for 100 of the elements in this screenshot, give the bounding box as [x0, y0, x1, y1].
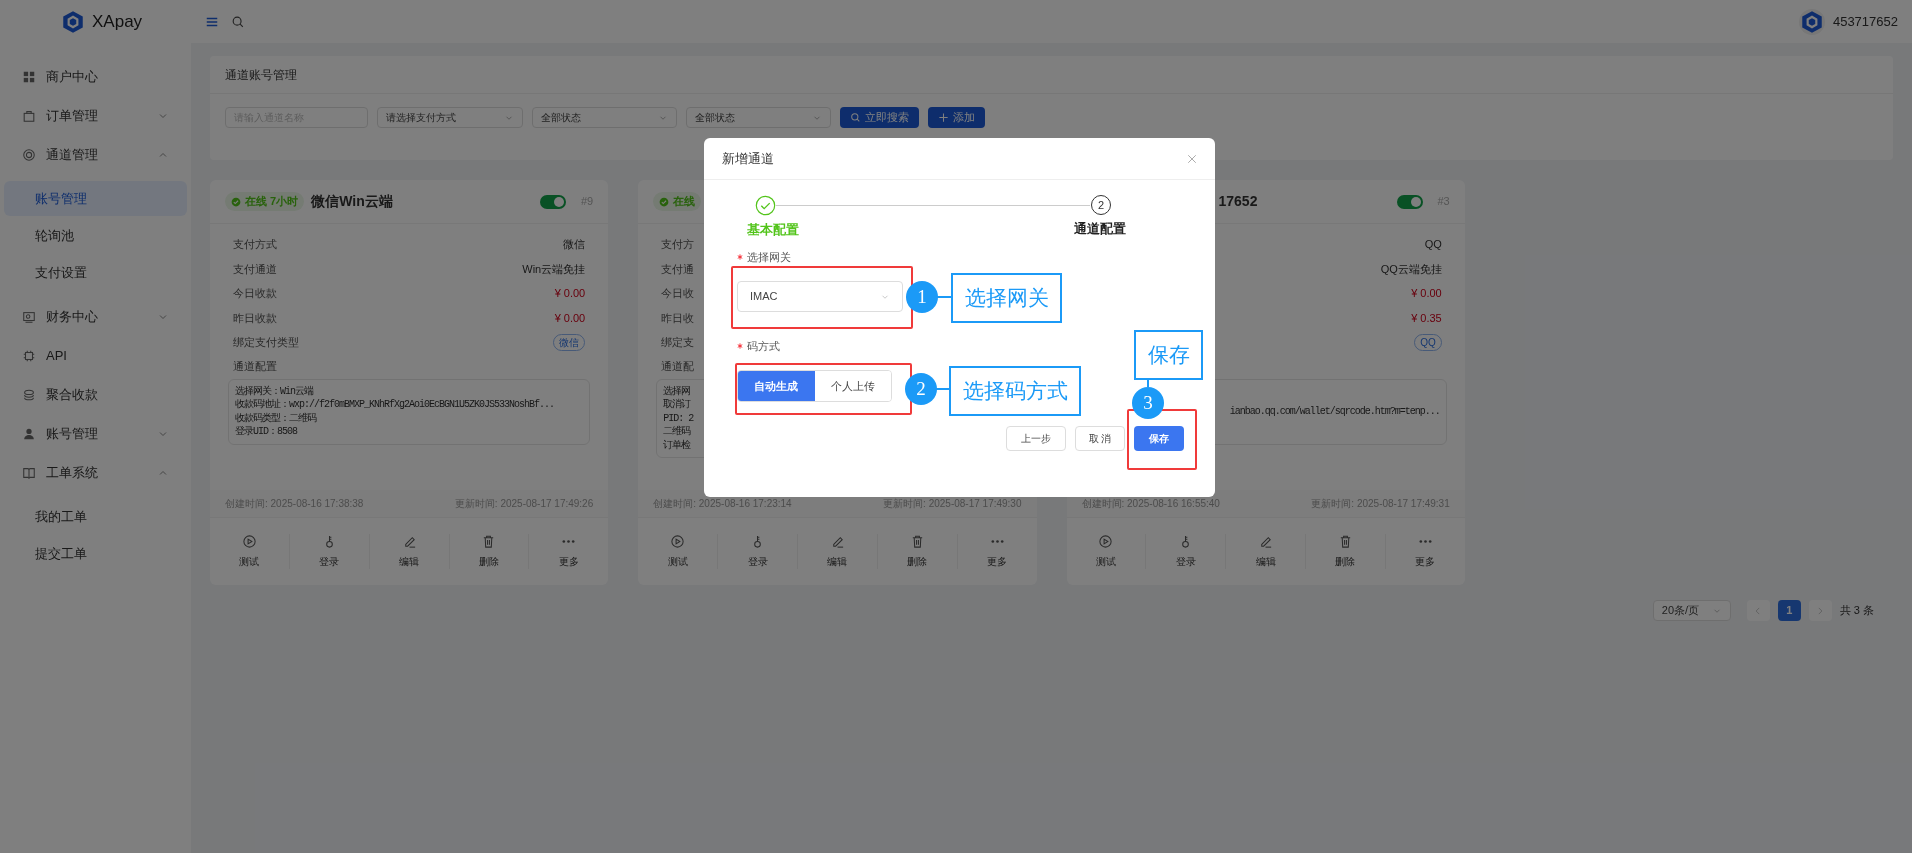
field-label: 支付方 [661, 237, 695, 252]
sidebar-item[interactable]: 账号管理 [4, 414, 187, 453]
step-label: 基本配置 [747, 221, 799, 239]
sidebar-subitem[interactable]: 提交工单 [4, 536, 187, 571]
leader-line [935, 388, 949, 390]
panel-title: 通道账号管理 [225, 66, 297, 84]
action-button[interactable]: 登录 [288, 534, 369, 569]
channel-title: 17652 [1218, 192, 1258, 211]
callout-label: 选择网关 [951, 273, 1062, 323]
sidebar-item[interactable]: 聚合收款 [4, 375, 187, 414]
action-button[interactable]: 测试 [210, 534, 289, 569]
page-button[interactable]: 1 [1777, 600, 1801, 621]
page-size-select[interactable]: 20条/页 [1652, 600, 1731, 621]
sidebar-item[interactable]: 商户中心 [4, 57, 187, 96]
play-icon [670, 534, 686, 549]
amount-value: ¥ 0.00 [1411, 286, 1442, 301]
sidebar-subitem[interactable]: 支付设置 [4, 255, 187, 290]
field-label: 支付方式 [233, 237, 277, 252]
config-line: ianbao.qq.com/wallet/sqrcode.htm?m=tenp... [1229, 404, 1440, 419]
search-button[interactable]: 立即搜索 [840, 107, 919, 128]
select-field[interactable]: 全部状态 [532, 107, 677, 128]
field-label: 码方式 [747, 338, 780, 354]
step-label: 通道配置 [1074, 220, 1126, 238]
ring-icon [22, 147, 36, 162]
sidebar-item[interactable]: API [4, 336, 187, 375]
action-button[interactable]: 更多 [1384, 534, 1465, 569]
book-icon [22, 465, 36, 480]
action-button[interactable]: 测试 [638, 534, 718, 569]
gateway-select[interactable]: IMAC [737, 281, 903, 312]
brand-name: XApay [92, 10, 143, 33]
sidebar-subitem[interactable]: 轮询池 [4, 218, 187, 253]
field-label: 今日收 [661, 286, 695, 301]
config-line: 登录UID：8508 [235, 425, 297, 439]
action-button[interactable]: 删除 [876, 534, 957, 569]
toggle-switch[interactable] [540, 194, 566, 209]
logo-icon [60, 8, 86, 35]
action-button[interactable]: 登录 [717, 534, 797, 569]
sidebar-item[interactable]: 工单系统 [4, 453, 187, 492]
pen-icon [1258, 534, 1274, 549]
sidebar-subitem[interactable]: 我的工单 [4, 499, 187, 534]
action-button[interactable]: 删除 [448, 534, 529, 569]
field-label: 昨日收 [661, 310, 695, 326]
select-field[interactable]: 全部状态 [686, 107, 831, 128]
field-label: 通道配置 [233, 359, 277, 375]
step-badge: 1 [906, 281, 938, 313]
action-button[interactable]: 编辑 [1225, 534, 1306, 569]
user-id[interactable]: 453717652 [1832, 11, 1898, 32]
toggle-switch[interactable] [1396, 194, 1423, 209]
play-icon [241, 534, 257, 549]
config-line: 二维码 [663, 425, 691, 439]
avatar-icon[interactable] [1798, 8, 1825, 35]
monitor-icon [22, 309, 36, 324]
amount-value: ¥ 0.00 [554, 310, 586, 326]
sidebar-item[interactable]: 财务中心 [4, 297, 187, 336]
action-button[interactable]: 测试 [1066, 534, 1146, 569]
check-circle-icon [659, 196, 670, 207]
amount-value: ¥ 0.35 [1411, 310, 1442, 326]
sidebar-item[interactable]: 订单管理 [4, 96, 187, 135]
add-button[interactable]: 添加 [928, 107, 985, 128]
action-button[interactable]: 更多 [528, 534, 609, 569]
action-button[interactable]: 编辑 [368, 534, 449, 569]
user-icon [22, 426, 36, 441]
sidebar-item[interactable]: 通道管理 [4, 135, 187, 174]
status-badge: 在线 [653, 192, 702, 211]
search-icon [850, 112, 861, 123]
grid-icon [22, 69, 36, 84]
action-button[interactable]: 登录 [1145, 534, 1226, 569]
dialog-button[interactable]: 上一步 [1006, 426, 1066, 451]
action-button[interactable]: 更多 [956, 534, 1037, 569]
leader-line [936, 296, 951, 298]
config-line: 取消订 [663, 398, 691, 412]
coins-icon [22, 387, 36, 402]
sidebar-subitem[interactable]: 账号管理 [4, 181, 187, 216]
search-icon[interactable] [231, 14, 245, 29]
config-line: 收款码地址：wxp://f2f0mBMXP_KNhRfXg2Aoi0EcBGN1U5ZK0JS533NoshBf... [235, 398, 555, 412]
close-icon[interactable] [1187, 153, 1197, 164]
step-badge: 3 [1132, 387, 1164, 419]
step-number: 2 [1091, 195, 1111, 215]
field-value: QQ [1424, 237, 1442, 252]
action-button[interactable]: 删除 [1305, 534, 1385, 569]
field-label: 今日收款 [233, 286, 277, 301]
field-label: 昨日收款 [233, 310, 277, 326]
step-badge: 2 [905, 373, 937, 405]
play-icon [1098, 534, 1114, 549]
segment-option[interactable]: 自动生成 [738, 371, 815, 401]
field-label: 选择网关 [747, 249, 791, 265]
field-value: Win云端免挂 [522, 261, 586, 277]
config-line: 选择网 [663, 384, 691, 398]
config-line: PID: 2 [663, 411, 694, 425]
config-line: 选择网关：Win云端 [235, 384, 313, 398]
field-label: 绑定支付类型 [233, 335, 299, 350]
total-count: 共 3 条 [1839, 603, 1874, 619]
callout-label: 选择码方式 [949, 366, 1081, 416]
select-field[interactable]: 请选择支付方式 [377, 107, 523, 128]
save-button[interactable]: 保存 [1134, 426, 1184, 451]
field-label: 绑定支 [661, 335, 695, 350]
field-label: 支付通 [661, 261, 695, 277]
action-button[interactable]: 编辑 [796, 534, 877, 569]
field-value: 微信 [563, 237, 586, 252]
dialog-button[interactable]: 取 消 [1075, 426, 1125, 451]
